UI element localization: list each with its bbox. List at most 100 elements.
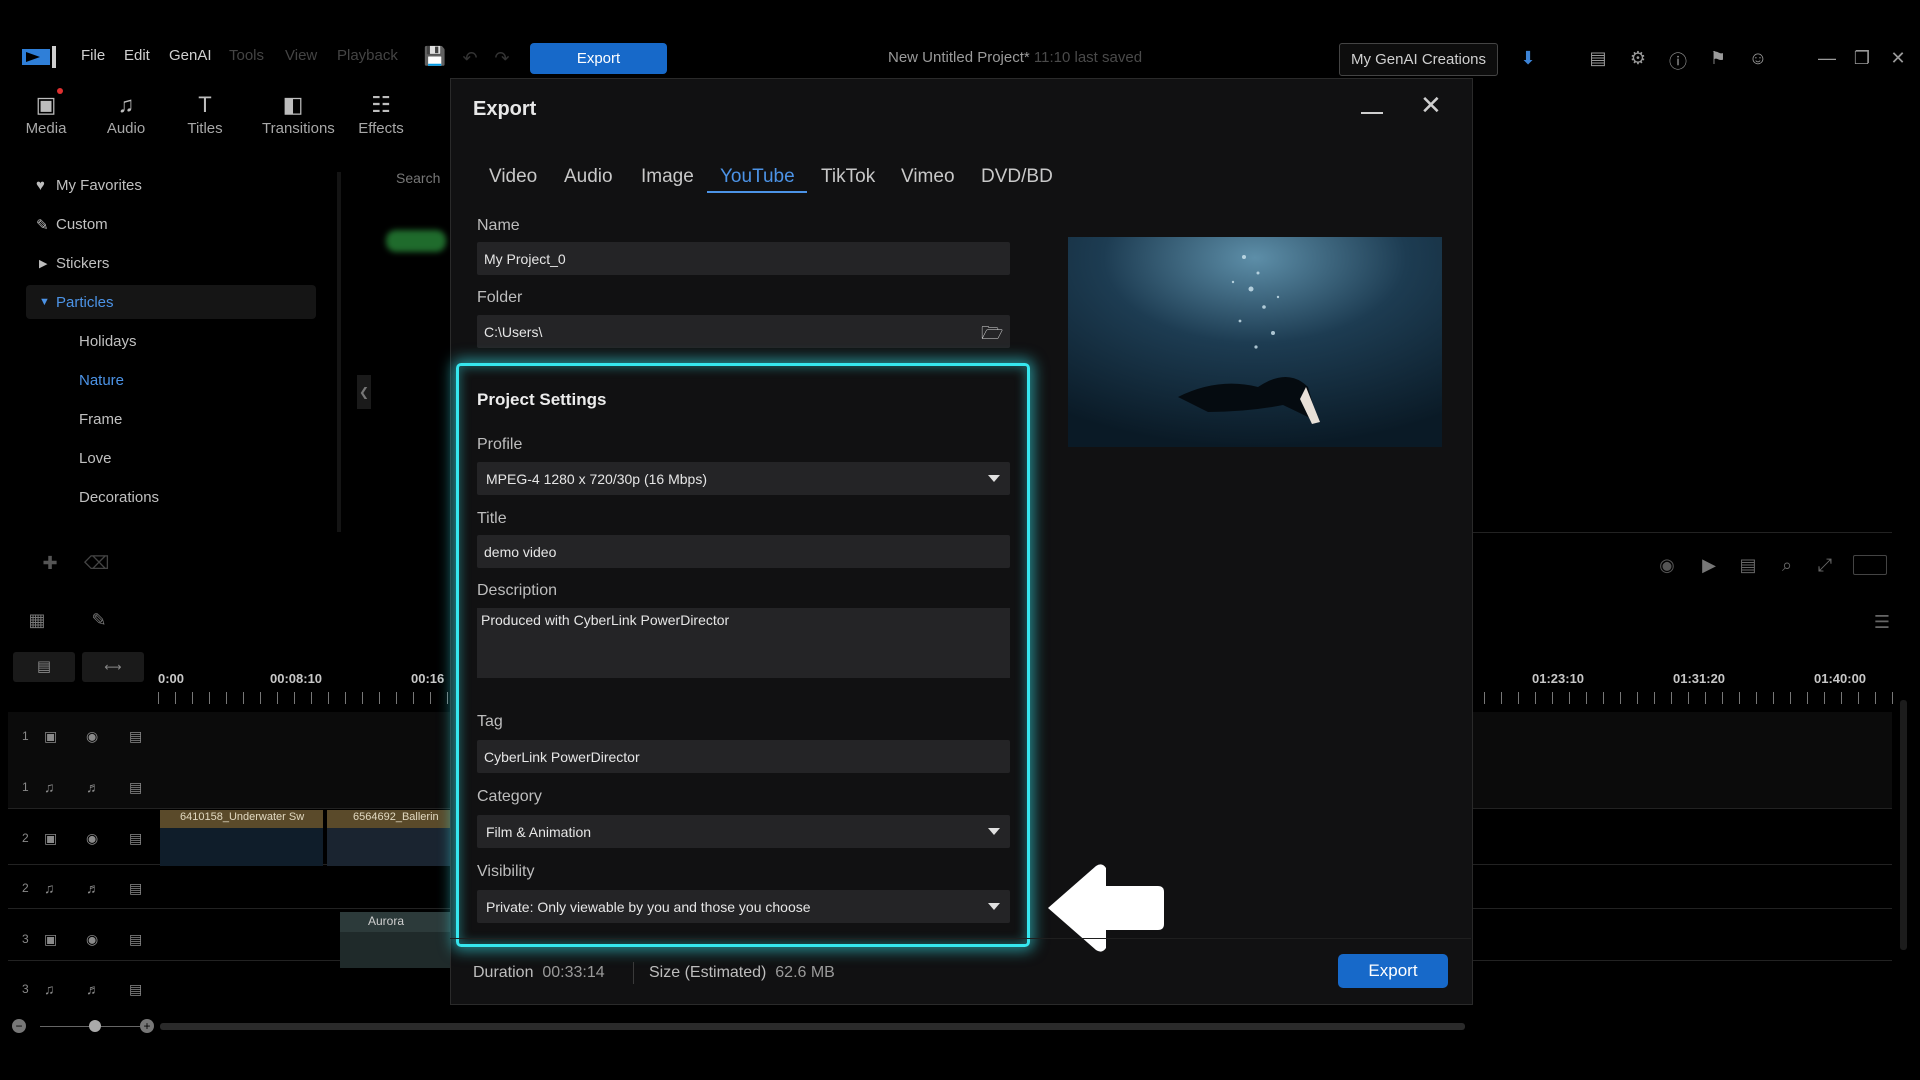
download-icon[interactable]: ⬇ [1516,48,1540,70]
size-info: Size (Estimated) 62.6 MB [649,964,835,982]
video-track-icon: ▣ [44,931,58,947]
fit-timeline-icon[interactable]: ⟷ [82,652,144,682]
menu-playback[interactable]: Playback [337,47,398,64]
category-select[interactable]: Film & Animation [477,815,1010,848]
my-genai-creations-button[interactable]: My GenAI Creations [1339,43,1498,76]
dropdown-caret-icon [988,828,1000,835]
collapse-panel-icon[interactable]: ❮ [357,375,371,409]
folder-input[interactable]: C:\Users\ [477,315,1010,348]
sidebar-sub-holidays[interactable]: Holidays [79,333,137,350]
menu-genai[interactable]: GenAI [169,47,212,64]
video-clip[interactable]: 6410158_Underwater Sw [160,810,323,866]
notification-dot [57,88,63,94]
account-icon[interactable]: ☺ [1746,48,1770,70]
eye-icon[interactable]: ◉ [86,931,98,948]
tab-titles[interactable]: T Titles [175,92,235,137]
subtitle-icon[interactable]: ▤ [1736,555,1760,577]
tab-image[interactable]: Image [641,166,694,188]
restore-window-icon[interactable]: ❐ [1850,48,1874,70]
library-search-hint[interactable]: Search [396,170,440,186]
tab-dvd-bd[interactable]: DVD/BD [981,166,1053,188]
tag-input[interactable]: CyberLink PowerDirector [477,740,1010,773]
sidebar-item-label: My Favorites [56,177,142,194]
sidebar-scrollbar[interactable] [337,172,341,532]
close-window-icon[interactable]: ✕ [1886,48,1910,70]
sidebar-sub-nature[interactable]: Nature [79,372,124,389]
preview-scrubber[interactable] [1472,532,1892,533]
sidebar-item-favorites[interactable]: ♥ My Favorites [36,177,142,194]
lock-icon[interactable]: ▤ [129,981,142,998]
top-export-button[interactable]: Export [530,43,667,74]
visibility-select[interactable]: Private: Only viewable by you and those … [477,890,1010,923]
name-input[interactable]: My Project_0 [477,242,1010,275]
sidebar-sub-love[interactable]: Love [79,450,112,467]
zoom-icon[interactable]: ⌕ [1775,555,1799,577]
video-clip[interactable]: 6564692_Ballerin [327,810,450,866]
lock-icon[interactable]: ▤ [129,931,142,948]
lock-icon[interactable]: ▤ [129,779,142,796]
tab-video[interactable]: Video [489,166,537,188]
dropdown-caret-icon [988,475,1000,482]
gear-icon[interactable]: ⚙ [1626,48,1650,70]
tab-effects[interactable]: ☷ Effects [351,92,411,137]
close-icon[interactable]: ✕ [1420,92,1442,118]
export-button[interactable]: Export [1338,954,1448,988]
add-tag-icon[interactable]: ✚ [38,553,62,575]
remove-tag-icon[interactable]: ⌫ [84,553,109,575]
volume-icon[interactable]: ♬ [86,880,100,896]
project-title: New Untitled Project* 11:10 last saved [888,49,1142,66]
track-scrollbar[interactable] [1900,700,1907,950]
tab-audio[interactable]: ♫ Audio [96,92,156,137]
redo-icon[interactable]: ↷ [490,48,514,70]
help-icon[interactable]: ⓘ [1666,48,1690,72]
track-number: 3 [22,982,29,996]
tab-audio-export[interactable]: Audio [564,166,613,188]
sidebar-sub-decorations[interactable]: Decorations [79,489,159,506]
playback-icon[interactable]: ▶ [1697,555,1721,577]
menu-file[interactable]: File [81,47,105,64]
volume-icon[interactable]: ♬ [86,779,100,795]
edit-tools-icon[interactable]: ✎ [87,610,111,632]
snapshot-icon[interactable]: ◉ [1655,555,1679,577]
zoom-in-icon[interactable]: + [140,1019,154,1033]
sidebar-item-particles[interactable]: ▼ Particles [39,294,114,311]
tab-vimeo[interactable]: Vimeo [901,166,955,188]
fullscreen-icon[interactable]: ⤢ [1813,555,1837,577]
layout-icon[interactable]: ▤ [1586,48,1610,70]
volume-icon[interactable]: ♬ [86,981,100,997]
tab-titles-label: Titles [187,120,223,137]
lock-icon[interactable]: ▤ [129,728,142,745]
sidebar-item-stickers[interactable]: ▶ Stickers [39,255,109,272]
sidebar-item-custom[interactable]: ✎ Custom [36,216,108,234]
sidebar-sub-frame[interactable]: Frame [79,411,122,428]
title-input[interactable]: demo video [477,535,1010,568]
zoom-slider-handle[interactable] [89,1020,101,1032]
undo-icon[interactable]: ↶ [458,48,482,70]
effect-clip[interactable]: Aurora [340,912,450,968]
notification-icon[interactable]: ⚑ [1706,48,1730,70]
description-textarea[interactable]: Produced with CyberLink PowerDirector [477,608,1010,678]
minimize-icon[interactable] [1361,96,1383,114]
add-track-icon[interactable]: ▤ [13,652,75,682]
timeline-settings-icon[interactable]: ☰ [1870,612,1894,634]
eye-icon[interactable]: ◉ [86,830,98,847]
menu-tools[interactable]: Tools [229,47,264,64]
track-manager-icon[interactable]: ▦ [25,610,49,632]
save-icon[interactable]: 💾 [423,46,447,68]
profile-select[interactable]: MPEG-4 1280 x 720/30p (16 Mbps) [477,462,1010,495]
tab-media[interactable]: ▣ Media [16,92,76,137]
eye-icon[interactable]: ◉ [86,728,98,745]
lock-icon[interactable]: ▤ [129,880,142,897]
tab-youtube[interactable]: YouTube [720,166,795,188]
tab-transitions[interactable]: ◧ Transitions [262,92,335,137]
timeline-scrollbar[interactable] [160,1023,1465,1030]
minimize-window-icon[interactable]: — [1815,48,1839,70]
lock-icon[interactable]: ▤ [129,830,142,847]
folder-open-icon[interactable]: 🗁 [981,321,1003,351]
menu-edit[interactable]: Edit [124,47,150,64]
aspect-ratio-icon[interactable] [1853,555,1887,575]
zoom-out-icon[interactable]: − [12,1019,26,1033]
tab-tiktok[interactable]: TikTok [821,166,875,188]
menu-view[interactable]: View [285,47,317,64]
library-thumbnail[interactable] [386,230,446,252]
